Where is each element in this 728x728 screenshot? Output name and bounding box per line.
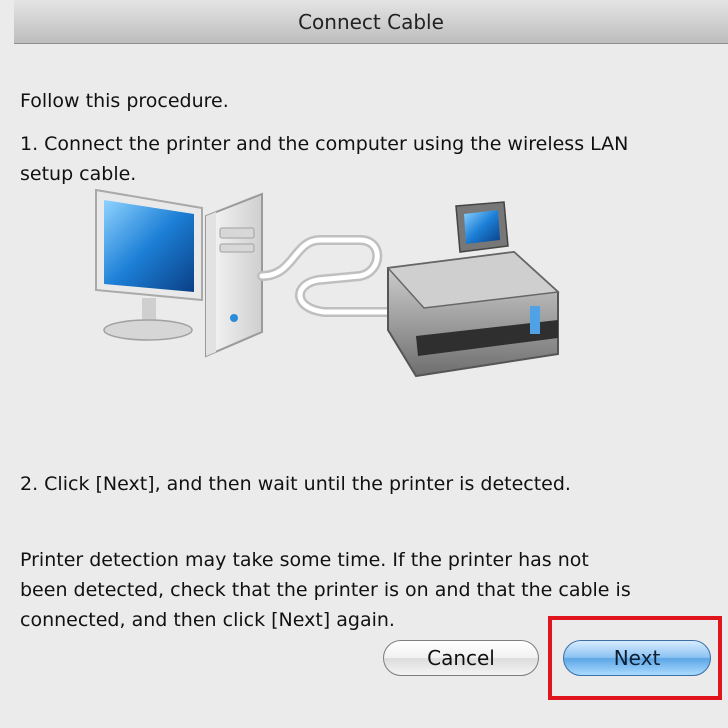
dialog-title: Connect Cable xyxy=(14,0,728,44)
lan-cable-icon xyxy=(257,235,401,317)
step1-line1: 1. Connect the printer and the computer … xyxy=(20,133,629,155)
monitor-icon xyxy=(95,188,203,341)
next-button-highlight-box xyxy=(548,616,722,700)
note-line1: Printer detection may take some time. If… xyxy=(20,549,589,571)
note-line3: connected, and then click [Next] again. xyxy=(20,609,395,631)
printer-icon xyxy=(386,201,560,378)
cancel-button[interactable]: Cancel xyxy=(383,640,539,676)
step2-text: 2. Click [Next], and then wait until the… xyxy=(20,473,571,495)
computer-tower-icon xyxy=(205,192,263,358)
intro-text: Follow this procedure. xyxy=(20,90,229,112)
connect-cable-dialog: Connect Cable Follow this procedure. 1. … xyxy=(0,0,728,728)
note-line2: been detected, check that the printer is… xyxy=(20,579,631,601)
connection-illustration xyxy=(95,188,560,378)
